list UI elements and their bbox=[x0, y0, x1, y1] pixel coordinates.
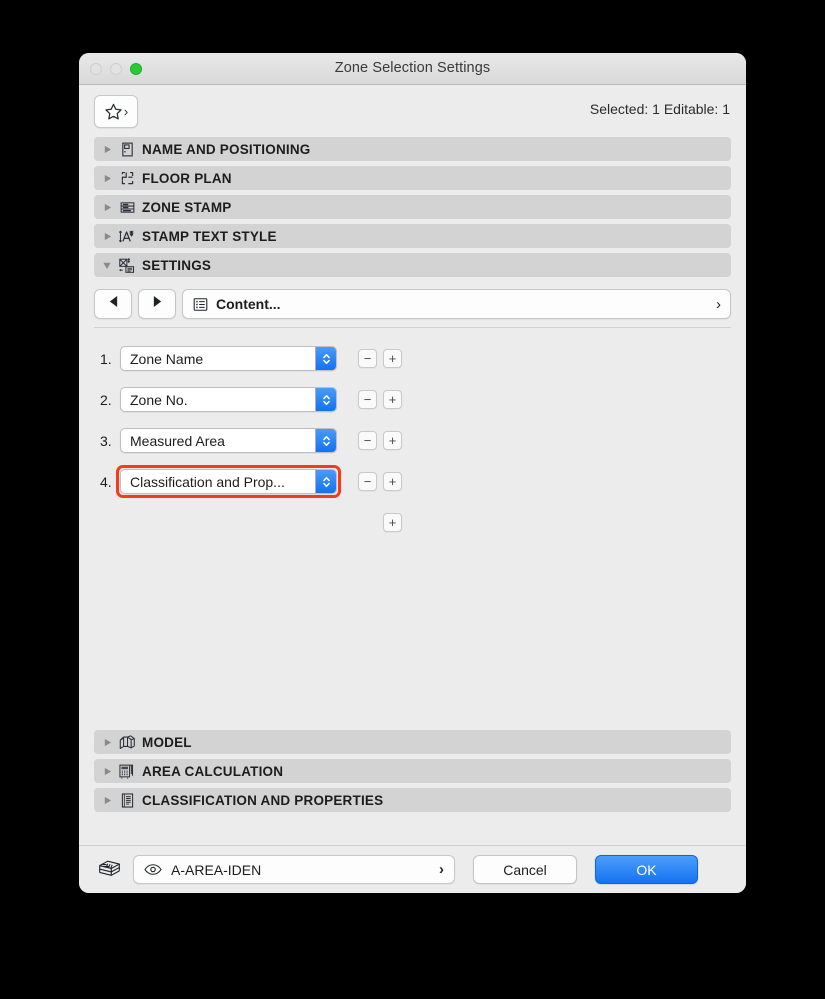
favorites-button[interactable]: › bbox=[94, 95, 138, 128]
content-row-2: 2. Zone No. − + bbox=[94, 379, 731, 420]
row-number: 2. bbox=[100, 391, 112, 408]
previous-button[interactable] bbox=[94, 289, 132, 319]
dropdown-value: Zone Name bbox=[130, 350, 204, 367]
section-stamp-text-style[interactable]: STAMP TEXT STYLE bbox=[94, 224, 731, 248]
layer-name-label: A-AREA-IDEN bbox=[171, 861, 262, 878]
dropdown-wrapper: Zone Name bbox=[120, 346, 337, 371]
triangle-left-icon bbox=[108, 295, 119, 313]
content-navigation-row: Content... › bbox=[94, 289, 731, 319]
cancel-button[interactable]: Cancel bbox=[473, 855, 577, 884]
section-label: CLASSIFICATION AND PROPERTIES bbox=[142, 792, 384, 808]
add-field-button[interactable]: + bbox=[383, 390, 402, 409]
append-field-button[interactable]: + bbox=[383, 513, 402, 532]
section-classification-and-properties[interactable]: CLASSIFICATION AND PROPERTIES bbox=[94, 788, 731, 812]
row-number: 3. bbox=[100, 432, 112, 449]
dropdown-wrapper-highlighted: Classification and Prop... bbox=[116, 465, 341, 498]
3d-model-icon bbox=[114, 734, 140, 751]
layer-selector[interactable]: A-AREA-IDEN › bbox=[133, 855, 455, 884]
layer-chevron-icon[interactable]: › bbox=[439, 861, 444, 878]
section-label: SETTINGS bbox=[142, 257, 212, 273]
content-row-4: 4. Classification and Prop... − + bbox=[94, 461, 731, 502]
chevron-right-icon bbox=[100, 203, 114, 212]
floor-plan-icon bbox=[114, 170, 140, 187]
remove-field-button[interactable]: − bbox=[358, 349, 377, 368]
chevron-updown-icon[interactable] bbox=[315, 388, 336, 411]
chevron-right-icon bbox=[100, 767, 114, 776]
dropdown-value: Zone No. bbox=[130, 391, 188, 408]
field-dropdown-4[interactable]: Classification and Prop... bbox=[120, 469, 337, 494]
zone-stamp-icon bbox=[114, 199, 140, 216]
settings-panel: Content... › 1. Zone Name − + 2. Zone No… bbox=[94, 282, 731, 730]
content-label: Content... bbox=[216, 296, 281, 312]
section-zone-stamp[interactable]: ZONE STAMP bbox=[94, 195, 731, 219]
settings-grid-icon bbox=[114, 257, 140, 274]
dialog-footer: A-AREA-IDEN › Cancel OK bbox=[79, 845, 746, 893]
ok-button[interactable]: OK bbox=[595, 855, 698, 884]
star-icon bbox=[104, 102, 123, 121]
row-number: 1. bbox=[100, 350, 112, 367]
chevron-updown-icon[interactable] bbox=[315, 470, 336, 493]
content-chevron-icon[interactable]: › bbox=[716, 296, 721, 313]
chevron-right-icon bbox=[100, 145, 114, 154]
document-list-icon bbox=[114, 792, 140, 809]
chevron-right-icon bbox=[100, 174, 114, 183]
remove-field-button[interactable]: − bbox=[358, 390, 377, 409]
triangle-right-icon bbox=[152, 295, 163, 313]
dropdown-value: Classification and Prop... bbox=[130, 473, 285, 490]
field-dropdown-2[interactable]: Zone No. bbox=[120, 387, 337, 412]
top-toolbar: › Selected: 1 Editable: 1 bbox=[79, 85, 746, 137]
text-style-icon bbox=[114, 228, 140, 245]
chevron-right-icon bbox=[100, 738, 114, 747]
row-steppers: − + bbox=[358, 472, 402, 491]
row-steppers: − + bbox=[358, 390, 402, 409]
door-panel-icon bbox=[114, 141, 140, 158]
add-field-button[interactable]: + bbox=[383, 472, 402, 491]
dropdown-wrapper: Zone No. bbox=[120, 387, 337, 412]
section-floor-plan[interactable]: FLOOR PLAN bbox=[94, 166, 731, 190]
settings-body: NAME AND POSITIONING FLOOR PLAN ZONE STA… bbox=[79, 137, 746, 812]
section-label: ZONE STAMP bbox=[142, 199, 232, 215]
content-fields-list: 1. Zone Name − + 2. Zone No. − + 3. Meas… bbox=[94, 328, 731, 543]
row-steppers: + bbox=[358, 513, 402, 532]
zone-selection-settings-window: Zone Selection Settings › Selected: 1 Ed… bbox=[79, 53, 746, 893]
chevron-down-icon bbox=[100, 261, 114, 270]
section-name-and-positioning[interactable]: NAME AND POSITIONING bbox=[94, 137, 731, 161]
section-label: STAMP TEXT STYLE bbox=[142, 228, 277, 244]
section-label: AREA CALCULATION bbox=[142, 763, 284, 779]
section-area-calculation[interactable]: AREA CALCULATION bbox=[94, 759, 731, 783]
section-label: NAME AND POSITIONING bbox=[142, 141, 311, 157]
section-label: FLOOR PLAN bbox=[142, 170, 232, 186]
section-label: MODEL bbox=[142, 734, 192, 750]
window-title: Zone Selection Settings bbox=[334, 60, 491, 76]
dropdown-value: Measured Area bbox=[130, 432, 225, 449]
remove-field-button[interactable]: − bbox=[358, 431, 377, 450]
field-dropdown-1[interactable]: Zone Name bbox=[120, 346, 337, 371]
chevron-updown-icon[interactable] bbox=[315, 429, 336, 452]
row-steppers: − + bbox=[358, 349, 402, 368]
favorites-chevron-icon: › bbox=[123, 104, 129, 119]
layers-stack-icon[interactable] bbox=[94, 859, 124, 880]
chevron-right-icon bbox=[100, 796, 114, 805]
add-field-button[interactable]: + bbox=[383, 431, 402, 450]
content-row-add: + bbox=[94, 502, 731, 543]
content-selector[interactable]: Content... › bbox=[182, 289, 731, 319]
section-settings[interactable]: SETTINGS bbox=[94, 253, 731, 277]
section-model[interactable]: MODEL bbox=[94, 730, 731, 754]
eye-icon[interactable] bbox=[144, 863, 162, 876]
chevron-updown-icon[interactable] bbox=[315, 347, 336, 370]
next-button[interactable] bbox=[138, 289, 176, 319]
row-steppers: − + bbox=[358, 431, 402, 450]
chevron-right-icon bbox=[100, 232, 114, 241]
content-row-1: 1. Zone Name − + bbox=[94, 338, 731, 379]
window-titlebar: Zone Selection Settings bbox=[79, 53, 746, 85]
content-row-3: 3. Measured Area − + bbox=[94, 420, 731, 461]
add-field-button[interactable]: + bbox=[383, 349, 402, 368]
remove-field-button[interactable]: − bbox=[358, 472, 377, 491]
field-dropdown-3[interactable]: Measured Area bbox=[120, 428, 337, 453]
content-list-icon bbox=[192, 296, 209, 313]
calculator-icon bbox=[114, 763, 140, 780]
dropdown-wrapper: Measured Area bbox=[120, 428, 337, 453]
row-number: 4. bbox=[100, 473, 112, 490]
selection-info-label: Selected: 1 Editable: 1 bbox=[589, 101, 730, 117]
